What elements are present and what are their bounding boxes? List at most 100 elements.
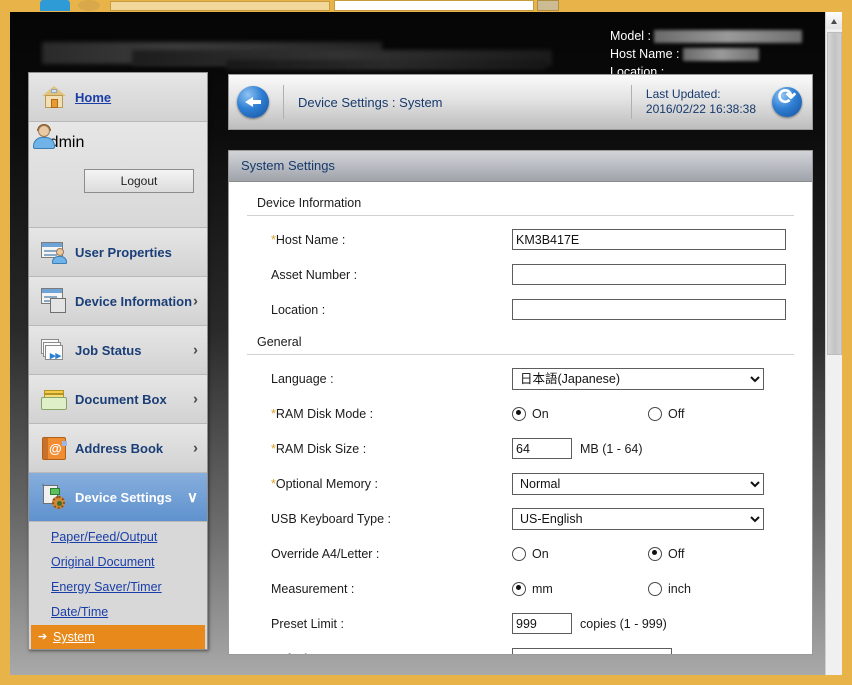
field-row-usb-keyboard-type: USB Keyboard Type : US-English bbox=[247, 501, 794, 536]
field-label-preset-limit: Preset Limit : bbox=[271, 616, 344, 631]
logout-button[interactable]: Logout bbox=[84, 169, 194, 193]
host-name-input[interactable] bbox=[512, 229, 786, 250]
field-label-language: Language : bbox=[271, 371, 334, 386]
sidebar-subitem-system-label: System bbox=[53, 630, 95, 644]
scroll-up-arrow-icon[interactable] bbox=[826, 12, 842, 29]
settings-panel: System Settings Device Information *Host… bbox=[228, 150, 813, 655]
content-toolbar: Device Settings : System Last Updated: 2… bbox=[228, 74, 813, 130]
field-row-language: Language : 日本語(Japanese) bbox=[247, 361, 794, 396]
device-banner: Model : Host Name : Location : bbox=[20, 24, 832, 79]
field-row-ram-disk-size: *RAM Disk Size : MB (1 - 64) bbox=[247, 431, 794, 466]
last-updated-label: Last Updated: bbox=[645, 87, 721, 101]
refresh-icon[interactable] bbox=[772, 84, 802, 117]
field-row-host-name: *Host Name : bbox=[247, 222, 794, 257]
ram-disk-mode-radio-off[interactable]: Off bbox=[648, 406, 784, 421]
preset-limit-input[interactable] bbox=[512, 613, 572, 634]
override-a4-letter-radio-on[interactable]: On bbox=[512, 546, 648, 561]
home-icon bbox=[39, 82, 69, 112]
default-screen-select[interactable]: Home bbox=[512, 647, 672, 654]
field-label-ram-disk-size: *RAM Disk Size : bbox=[271, 441, 367, 456]
ram-disk-size-input[interactable] bbox=[512, 438, 572, 459]
asset-number-input[interactable] bbox=[512, 264, 786, 285]
device-settings-icon bbox=[39, 482, 69, 512]
device-information-icon bbox=[39, 286, 69, 316]
field-label-host-name: *Host Name : bbox=[271, 232, 346, 247]
toolbar-divider-2 bbox=[630, 85, 632, 119]
sidebar-subitem-energy-saver-timer[interactable]: Energy Saver/Timer bbox=[29, 575, 207, 600]
sidebar-item-device-information-label: Device Information bbox=[75, 293, 193, 309]
sidebar-item-user-properties[interactable]: User Properties bbox=[29, 228, 207, 277]
main-content: Device Settings : System Last Updated: 2… bbox=[228, 74, 813, 655]
sidebar-item-document-box[interactable]: Document Box › bbox=[29, 375, 207, 424]
field-row-location: Location : bbox=[247, 292, 794, 327]
admin-row: Admin bbox=[29, 122, 207, 164]
scrollbar-thumb[interactable] bbox=[827, 32, 842, 355]
measurement-radio-mm[interactable]: mm bbox=[512, 581, 648, 596]
vertical-scrollbar[interactable] bbox=[825, 12, 842, 675]
chevron-right-icon: › bbox=[193, 292, 198, 310]
sidebar-item-home[interactable]: Home bbox=[29, 73, 207, 122]
sidebar-subitem-date-time[interactable]: Date/Time bbox=[29, 600, 207, 625]
user-properties-icon bbox=[39, 237, 69, 267]
sidebar-subnav: Paper/Feed/Output Original Document Ener… bbox=[29, 522, 207, 649]
sidebar-subitem-system[interactable]: ➔ System bbox=[31, 625, 205, 649]
location-input[interactable] bbox=[512, 299, 786, 320]
field-label-usb-keyboard-type: USB Keyboard Type : bbox=[271, 511, 391, 526]
breadcrumb: Device Settings : System bbox=[298, 94, 443, 110]
radio-selected-icon bbox=[648, 546, 662, 561]
arrow-right-icon: ➔ bbox=[38, 631, 48, 643]
device-hostname-value-redacted bbox=[682, 48, 759, 62]
sidebar-item-address-book[interactable]: @ Address Book › bbox=[29, 424, 207, 473]
device-hostname-label: Host Name : bbox=[610, 47, 680, 61]
field-label-asset-number: Asset Number : bbox=[271, 267, 358, 282]
sidebar-item-address-book-label: Address Book bbox=[75, 440, 164, 456]
device-hostname-line: Host Name : bbox=[610, 45, 802, 63]
radio-unselected-icon bbox=[648, 581, 662, 596]
sidebar-subitem-paper-feed-output[interactable]: Paper/Feed/Output bbox=[29, 525, 207, 550]
group-title-general: General bbox=[247, 331, 794, 355]
browser-chrome bbox=[0, 0, 852, 12]
field-row-asset-number: Asset Number : bbox=[247, 257, 794, 292]
panel-body: Device Information *Host Name : Asset Nu… bbox=[229, 182, 812, 654]
browser-go-button[interactable] bbox=[537, 0, 559, 11]
radio-unselected-icon bbox=[648, 406, 662, 421]
ram-disk-mode-radio-on[interactable]: On bbox=[512, 406, 648, 421]
sidebar: Home Admin Logout User Properties Device… bbox=[28, 72, 208, 650]
job-status-icon: ▸▸ bbox=[39, 335, 69, 365]
radio-selected-icon bbox=[512, 581, 526, 596]
document-box-icon bbox=[39, 384, 69, 414]
sidebar-item-device-settings[interactable]: Device Settings ∨ bbox=[29, 473, 207, 522]
group-title-device-information: Device Information bbox=[247, 192, 794, 216]
browser-viewport: Model : Host Name : Location : Home Admi… bbox=[0, 12, 852, 685]
sidebar-item-job-status[interactable]: ▸▸ Job Status › bbox=[29, 326, 207, 375]
field-row-default-screen: Default Screen : Home bbox=[247, 641, 794, 654]
field-row-override-a4-letter: Override A4/Letter : On Off bbox=[247, 536, 794, 571]
sidebar-subitem-original-document[interactable]: Original Document bbox=[29, 550, 207, 575]
browser-address-bar[interactable] bbox=[110, 1, 330, 11]
back-arrow-icon[interactable] bbox=[237, 86, 269, 118]
ram-disk-size-unit: MB (1 - 64) bbox=[580, 441, 643, 456]
device-meta: Model : Host Name : Location : bbox=[610, 27, 803, 81]
sidebar-item-user-properties-label: User Properties bbox=[75, 244, 172, 260]
browser-logo-icon bbox=[78, 0, 100, 11]
usb-keyboard-type-select[interactable]: US-English bbox=[512, 507, 764, 530]
field-label-override-a4-letter: Override A4/Letter : bbox=[271, 546, 380, 561]
sidebar-item-device-information[interactable]: Device Information › bbox=[29, 277, 207, 326]
field-row-ram-disk-mode: *RAM Disk Mode : On Off bbox=[247, 396, 794, 431]
optional-memory-select[interactable]: Normal bbox=[512, 472, 764, 495]
measurement-radio-inch[interactable]: inch bbox=[648, 581, 784, 596]
field-row-optional-memory: *Optional Memory : Normal bbox=[247, 466, 794, 501]
field-label-measurement: Measurement : bbox=[271, 581, 355, 596]
field-row-preset-limit: Preset Limit : copies (1 - 999) bbox=[247, 606, 794, 641]
device-model-label: Model : bbox=[610, 29, 651, 43]
browser-search-bar[interactable] bbox=[334, 0, 534, 11]
vendor-logo-tertiary bbox=[226, 60, 546, 70]
chevron-down-icon: ∨ bbox=[187, 489, 198, 506]
browser-tab-icon[interactable] bbox=[40, 0, 70, 11]
override-a4-letter-radio-off[interactable]: Off bbox=[648, 546, 784, 561]
device-model-line: Model : bbox=[610, 27, 803, 45]
language-select[interactable]: 日本語(Japanese) bbox=[512, 367, 764, 390]
admin-block: Admin Logout bbox=[29, 122, 207, 228]
chevron-right-icon: › bbox=[193, 341, 198, 359]
panel-title: System Settings bbox=[229, 151, 812, 182]
